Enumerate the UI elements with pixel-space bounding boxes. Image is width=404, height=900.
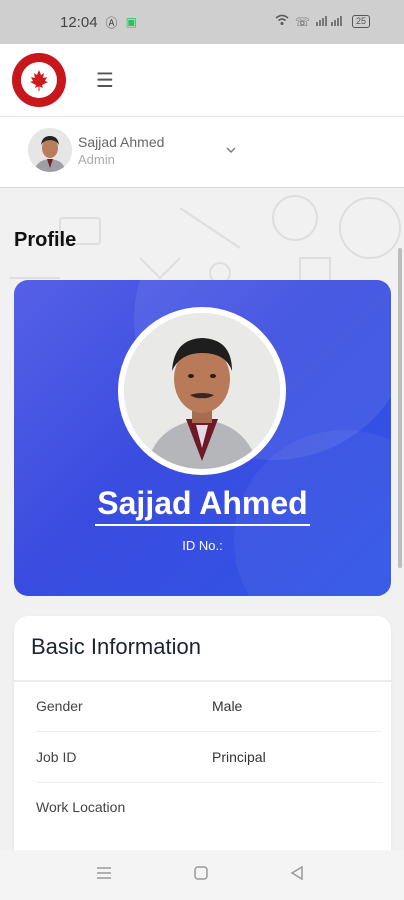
battery-indicator: 25: [351, 15, 370, 28]
main-content[interactable]: Profile Sajjad Ahmed ID No.: Basic Infor…: [0, 188, 404, 850]
info-value: Male: [212, 698, 243, 714]
info-label: Work Location: [36, 799, 126, 815]
user-name: Sajjad Ahmed: [78, 134, 165, 150]
app-header: ☰: [0, 44, 404, 117]
back-icon[interactable]: [290, 865, 304, 884]
status-icons: ☏ 25: [275, 14, 370, 29]
profile-photo[interactable]: [124, 313, 280, 469]
volte-icon: ☏: [294, 14, 310, 29]
profile-name-text: Sajjad Ahmed: [95, 485, 310, 526]
chevron-down-icon[interactable]: [226, 143, 236, 157]
home-icon[interactable]: [194, 865, 208, 884]
profile-photo-ring: [118, 307, 286, 475]
info-label: Gender: [36, 698, 83, 714]
basic-info-card: Basic Information Gender Male Job ID Pri…: [14, 616, 391, 850]
school-logo[interactable]: [12, 53, 66, 107]
profile-name: Sajjad Ahmed: [14, 485, 391, 526]
a-circle-icon: Ⓐ: [105, 15, 118, 30]
info-label: Job ID: [36, 749, 77, 765]
recent-apps-icon[interactable]: [96, 865, 112, 884]
page-title: Profile: [14, 229, 77, 251]
system-nav-bar: [0, 850, 404, 900]
hamburger-icon[interactable]: ☰: [96, 68, 114, 92]
info-row-work-location: Work Location: [36, 783, 382, 833]
user-switcher[interactable]: Sajjad Ahmed Admin: [0, 117, 404, 188]
profile-id-label: ID No.:: [182, 538, 223, 553]
info-row-job-id: Job ID Principal: [36, 733, 382, 783]
status-time: 12:04: [60, 13, 98, 31]
profile-card: Sajjad Ahmed ID No.:: [14, 280, 391, 596]
user-role: Admin: [78, 152, 115, 167]
whatsapp-icon: ▣: [125, 15, 137, 29]
avatar: [28, 128, 72, 172]
maple-leaf-icon: [21, 62, 57, 98]
signal-icon: [315, 14, 346, 29]
wifi-icon: [275, 14, 289, 29]
scrollbar[interactable]: [398, 248, 402, 568]
row-divider: [36, 731, 382, 732]
basic-info-title: Basic Information: [31, 634, 201, 659]
info-value: Principal: [212, 749, 266, 765]
status-bar: 12:04 Ⓐ ▣ ☏ 25: [0, 0, 404, 44]
info-row-gender: Gender Male: [36, 682, 382, 732]
